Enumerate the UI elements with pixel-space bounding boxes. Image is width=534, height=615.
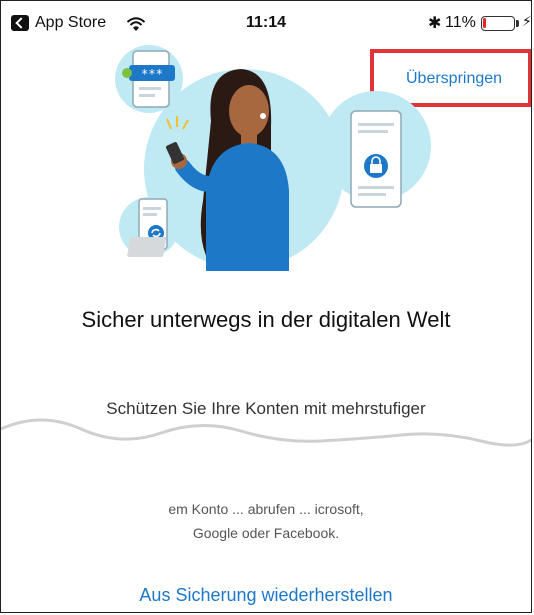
clock: 11:14 [246,14,287,31]
description: em Konto ... abrufen ... icrosoft, Googl… [1,497,531,545]
wifi-icon [126,17,146,31]
back-to-app-label[interactable]: App Store [35,14,106,32]
status-bar: App Store 11:14 ✱ 11% ⚡ [1,1,531,41]
sync-phone-icon [119,197,179,257]
app-screen: App Store 11:14 ✱ 11% ⚡ Überspringen *** [0,0,532,613]
description-line-2: Google oder Facebook. [192,525,340,541]
page-title: Sicher unterwegs in der digitalen Welt [81,307,451,332]
battery-cap [516,20,519,27]
svg-text:***: *** [141,67,163,81]
restore-from-backup-link[interactable]: Aus Sicherung wiederherstellen [1,585,531,606]
back-arrow-icon[interactable] [11,15,29,31]
charging-icon: ⚡ [522,13,532,29]
bluetooth-icon: ✱ [428,15,442,32]
onboarding-illustration: *** [115,45,431,271]
battery-percent: 11% [445,14,476,31]
battery-level-fill [483,18,486,28]
torn-wave-overlay [1,418,531,481]
battery-icon [481,16,515,31]
description-line-1: em Konto ... abrufen ... icrosoft, [168,501,364,517]
password-phone-icon: *** [115,45,183,113]
